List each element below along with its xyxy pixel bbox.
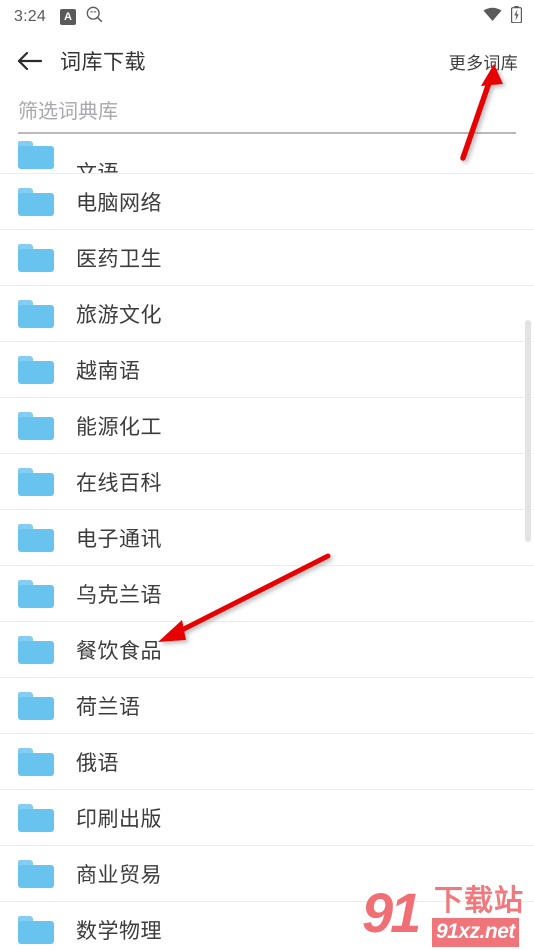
- watermark-number: 91: [362, 881, 421, 944]
- list-item[interactable]: 文语: [0, 140, 534, 174]
- list-item-label: 数学物理: [76, 919, 162, 943]
- folder-icon: [18, 411, 54, 440]
- watermark-chinese: 下载站: [434, 885, 525, 917]
- list-item[interactable]: 旅游文化: [0, 286, 534, 342]
- list-item[interactable]: 餐饮食品: [0, 622, 534, 678]
- search-face-icon: [86, 6, 103, 28]
- folder-icon: [18, 747, 54, 776]
- list-item-label: 俄语: [76, 751, 119, 775]
- folder-icon: [18, 915, 54, 944]
- filter-dictionary-input[interactable]: [18, 96, 516, 134]
- folder-icon: [18, 635, 54, 664]
- app-bar: 词库下载 更多词库: [0, 34, 534, 88]
- folder-icon: [18, 803, 54, 832]
- status-bar-clock: 3:24: [14, 8, 46, 25]
- ime-a-icon: A: [59, 9, 76, 25]
- list-scrollbar-thumb[interactable]: [525, 320, 531, 542]
- list-item[interactable]: 印刷出版: [0, 790, 534, 846]
- status-bar-left-icons: A: [59, 6, 103, 28]
- list-item-label: 乌克兰语: [76, 583, 162, 607]
- folder-icon: [18, 691, 54, 720]
- battery-charging-icon: [511, 6, 523, 28]
- list-item-label: 旅游文化: [76, 303, 162, 327]
- list-item-label: 印刷出版: [76, 807, 162, 831]
- list-item[interactable]: 医药卫生: [0, 230, 534, 286]
- list-item[interactable]: 在线百科: [0, 454, 534, 510]
- folder-icon: [18, 523, 54, 552]
- status-bar: 3:24 A: [0, 0, 534, 34]
- back-arrow-icon[interactable]: [14, 45, 46, 77]
- list-item-label: 越南语: [76, 359, 141, 383]
- list-item-label: 餐饮食品: [76, 639, 162, 663]
- list-item[interactable]: 越南语: [0, 342, 534, 398]
- folder-icon: [18, 243, 54, 272]
- list-item-label: 医药卫生: [76, 247, 162, 271]
- list-item[interactable]: 乌克兰语: [0, 566, 534, 622]
- folder-icon: [18, 355, 54, 384]
- more-dictionaries-button[interactable]: 更多词库: [449, 49, 518, 74]
- list-item-label: 文语: [76, 162, 119, 174]
- list-item-label: 能源化工: [76, 415, 162, 439]
- list-item-label: 电子通讯: [76, 527, 162, 551]
- list-item-label: 商业贸易: [76, 863, 162, 887]
- list-item[interactable]: 能源化工: [0, 398, 534, 454]
- folder-icon: [18, 579, 54, 608]
- status-bar-right-icons: [483, 6, 523, 28]
- wifi-icon: [483, 7, 502, 27]
- list-item[interactable]: 俄语: [0, 734, 534, 790]
- list-item[interactable]: 电子通讯: [0, 510, 534, 566]
- watermark-url: 91xz.net: [432, 918, 519, 947]
- dictionary-list[interactable]: 文语 电脑网络 医药卫生 旅游文化 越南语 能源化工 在线百科 电子通讯 乌克兰…: [0, 140, 534, 950]
- page-title: 词库下载: [60, 51, 146, 74]
- folder-icon: [18, 141, 54, 169]
- folder-icon: [18, 299, 54, 328]
- folder-icon: [18, 467, 54, 496]
- folder-icon: [18, 187, 54, 216]
- list-item-label: 在线百科: [76, 471, 162, 495]
- folder-icon: [18, 859, 54, 888]
- list-item-label: 电脑网络: [76, 191, 162, 215]
- list-item-label: 荷兰语: [76, 695, 141, 719]
- site-watermark: 91 下载站 91xz.net: [360, 882, 530, 948]
- phone-screen: 3:24 A 词库下载 更多词库 筛选词典库 文语 电脑网络 医药卫生 旅游文化…: [0, 0, 534, 950]
- list-item[interactable]: 荷兰语: [0, 678, 534, 734]
- filter-field-wrap: [0, 96, 534, 138]
- list-item[interactable]: 电脑网络: [0, 174, 534, 230]
